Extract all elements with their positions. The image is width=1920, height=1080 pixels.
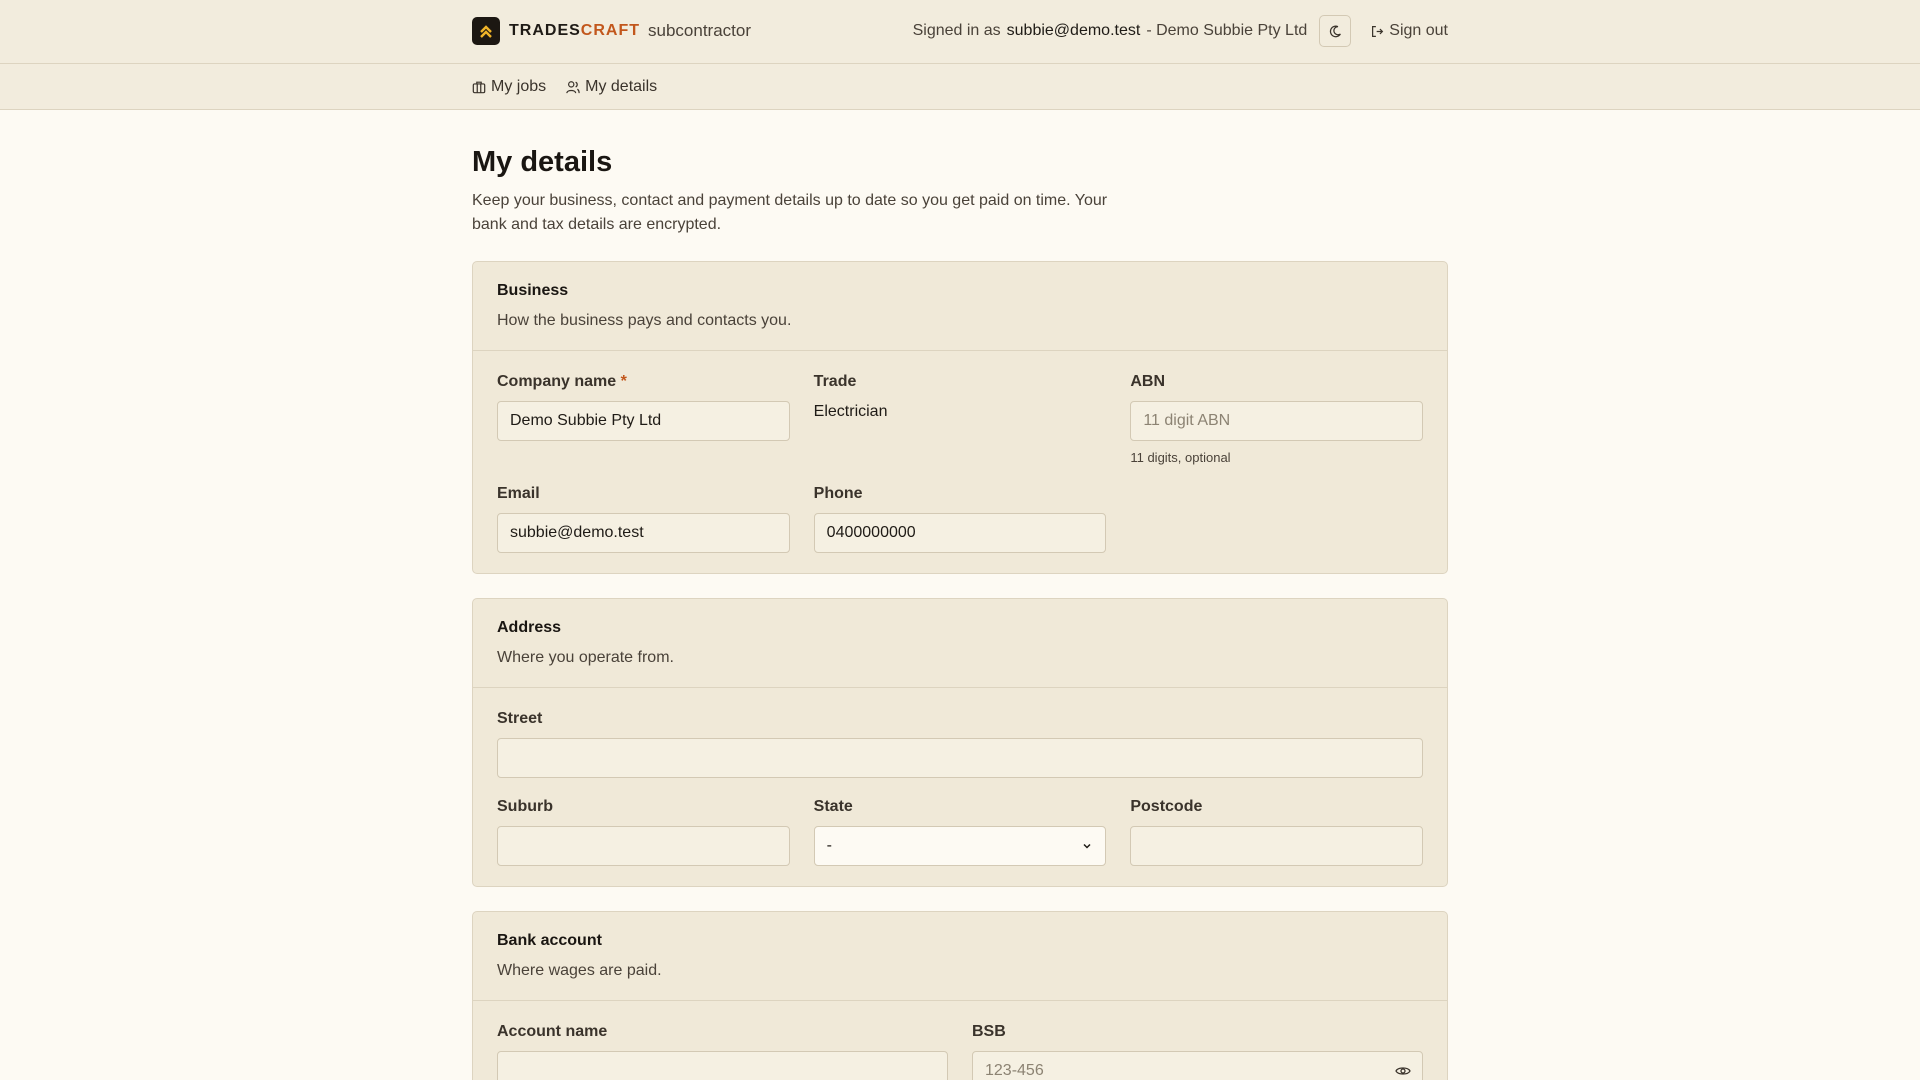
address-title: Address	[497, 619, 562, 636]
brand-subtitle: subcontractor	[648, 21, 751, 40]
sub-navigation: My jobs My details	[0, 64, 1920, 110]
abn-hint: 11 digits, optional	[1130, 450, 1231, 465]
main-content: My details Keep your business, contact a…	[472, 146, 1448, 1080]
address-description: Where you operate from.	[497, 649, 674, 666]
log-out-icon	[1372, 25, 1384, 37]
trade-label: Trade	[813, 373, 857, 390]
bsb-label: BSB	[972, 1023, 1006, 1040]
phone-label: Phone	[813, 485, 863, 502]
brand-name-part1: TRADES	[509, 22, 581, 39]
suburb-label: Suburb	[497, 798, 553, 815]
business-description: How the business pays and contacts you.	[497, 312, 792, 329]
chevron-down-icon	[1083, 843, 1091, 849]
brand[interactable]: TRADES CRAFT subcontractor	[472, 17, 751, 45]
sign-out-label: Sign out	[1389, 22, 1448, 39]
company-name: - Demo Subbie Pty Ltd	[1146, 22, 1308, 39]
briefcase-icon	[472, 81, 486, 93]
street-label: Street	[497, 710, 543, 727]
logo-icon	[472, 17, 500, 45]
nav-my-jobs-label: My jobs	[491, 77, 547, 95]
brand-name-part2: CRAFT	[580, 22, 640, 39]
nav-my-details-label: My details	[585, 77, 658, 95]
bank-description: Where wages are paid.	[497, 962, 662, 979]
user-info: Signed in as subbie@demo.test - Demo Sub…	[913, 15, 1448, 47]
business-title: Business	[497, 282, 569, 299]
address-card: Address Where you operate from. Street S…	[472, 598, 1448, 887]
bsb-input[interactable]	[972, 1051, 1423, 1080]
email-label: Email	[497, 485, 540, 502]
email-input[interactable]	[497, 513, 790, 553]
page-title: My details	[472, 146, 613, 178]
top-bar: TRADES CRAFT subcontractor Signed in as s…	[0, 0, 1920, 64]
state-select[interactable]: -	[813, 826, 1107, 866]
phone-input[interactable]	[813, 513, 1107, 553]
postcode-label: Postcode	[1130, 798, 1203, 815]
nav-my-jobs[interactable]: My jobs	[472, 78, 546, 96]
business-card: Business How the business pays and conta…	[472, 261, 1448, 574]
abn-label: ABN	[1130, 373, 1166, 390]
moon-icon	[1329, 25, 1341, 37]
nav-my-details[interactable]: My details	[566, 78, 657, 96]
users-icon	[566, 80, 580, 93]
required-marker: *	[620, 373, 627, 390]
company-name-input[interactable]	[497, 401, 790, 441]
signed-in-label: Signed in as	[912, 22, 1001, 39]
bank-card: Bank account Where wages are paid. Accou…	[472, 911, 1448, 1080]
company-name-label: Company name *	[497, 373, 627, 390]
sign-out-button[interactable]: Sign out	[1371, 22, 1448, 40]
postcode-input[interactable]	[1130, 826, 1424, 866]
street-input[interactable]	[497, 738, 1423, 778]
account-name-input[interactable]	[497, 1051, 948, 1080]
page-intro: Keep your business, contact and payment …	[472, 192, 1108, 233]
account-name-label: Account name	[497, 1023, 608, 1040]
theme-toggle-button[interactable]	[1319, 15, 1352, 47]
state-label: State	[813, 798, 853, 815]
eye-icon[interactable]	[1395, 1063, 1411, 1079]
suburb-input[interactable]	[497, 826, 790, 866]
user-email: subbie@demo.test	[1006, 22, 1141, 39]
abn-input[interactable]	[1130, 401, 1424, 441]
trade-value: Electrician	[813, 403, 888, 420]
state-selected-value: -	[826, 837, 832, 854]
bank-title: Bank account	[497, 932, 602, 949]
